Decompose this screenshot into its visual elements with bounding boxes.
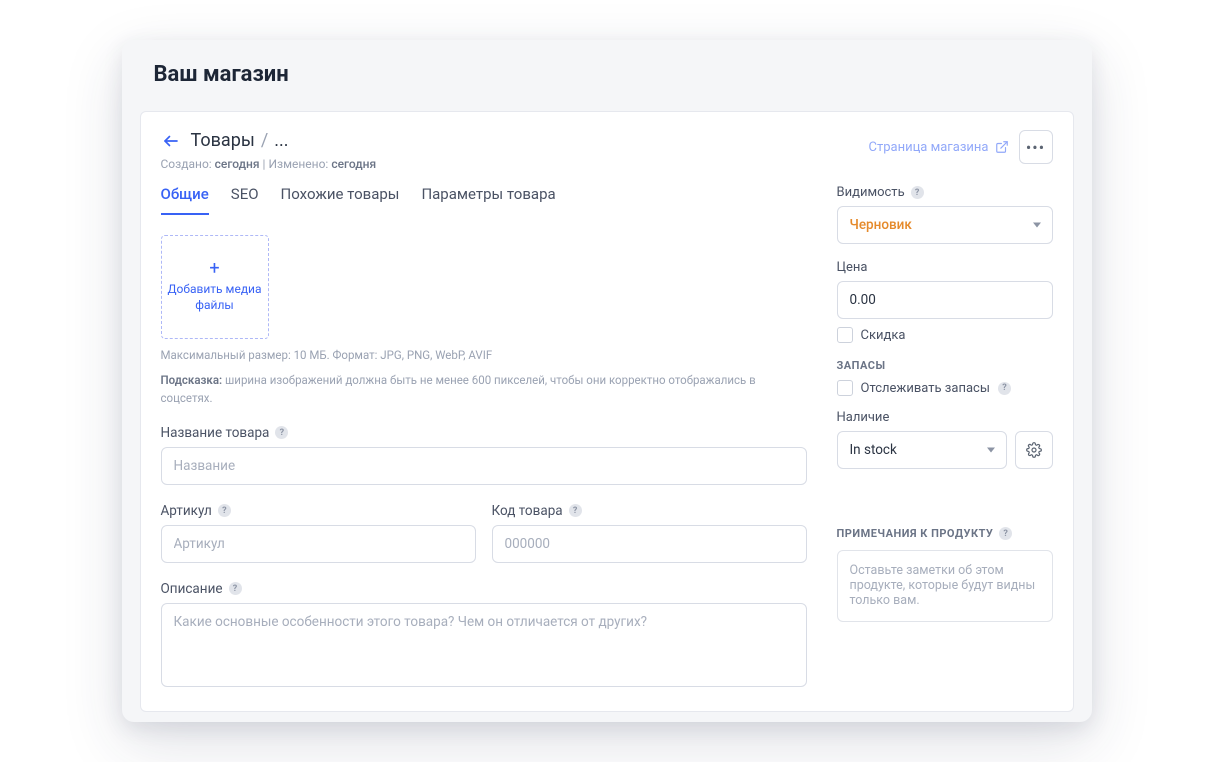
product-notes-heading: ПРИМЕЧАНИЯ К ПРОДУКТУ (837, 527, 994, 540)
description-field: Описание ? (161, 581, 807, 691)
visibility-block: Видимость ? Черновик (837, 185, 1053, 244)
help-icon[interactable]: ? (218, 504, 231, 517)
discount-row: Скидка (837, 327, 1053, 343)
media-tip-label: Подсказка: (161, 373, 223, 387)
meta-row: Создано: сегодня | Изменено: сегодня (161, 157, 377, 171)
availability-settings-button[interactable] (1015, 431, 1053, 469)
product-name-field: Название товара ? (161, 425, 807, 485)
add-media-label: Добавить медиа файлы (166, 282, 264, 313)
availability-select[interactable]: In stock (837, 431, 1007, 469)
product-name-label: Название товара (161, 425, 270, 441)
help-icon[interactable]: ? (911, 186, 924, 199)
tab-params[interactable]: Параметры товара (421, 185, 555, 215)
app-window: Ваш магазин Товары/... Создано: сегодня … (122, 40, 1092, 722)
gear-icon (1026, 442, 1042, 458)
breadcrumb-text: Товары/... (191, 130, 289, 151)
help-icon[interactable]: ? (275, 426, 288, 439)
code-field: Код товара ? (492, 503, 807, 563)
discount-checkbox[interactable] (837, 327, 853, 343)
header-left: Товары/... Создано: сегодня | Изменено: … (161, 130, 377, 171)
help-icon[interactable]: ? (998, 382, 1011, 395)
external-link-icon (995, 140, 1009, 154)
description-input[interactable] (161, 603, 807, 687)
breadcrumb-root[interactable]: Товары (191, 130, 255, 151)
price-block: Цена Скидка (837, 260, 1053, 343)
modified-value: сегодня (331, 157, 376, 171)
side-column: Видимость ? Черновик Цена Скидка (837, 185, 1053, 691)
dots-horizontal-icon: ••• (1026, 138, 1045, 157)
availability-label: Наличие (837, 410, 890, 425)
track-stock-label: Отслеживать запасы (861, 381, 990, 396)
more-actions-button[interactable]: ••• (1019, 130, 1053, 164)
visibility-select[interactable]: Черновик (837, 206, 1053, 244)
arrow-left-icon[interactable] (161, 131, 181, 151)
media-size-hint: Максимальный размер: 10 МБ. Формат: JPG,… (161, 347, 807, 364)
code-label: Код товара (492, 503, 563, 519)
store-page-link-label: Страница магазина (868, 140, 988, 155)
store-page-link[interactable]: Страница магазина (868, 140, 1008, 155)
visibility-label: Видимость (837, 185, 905, 200)
breadcrumb: Товары/... (161, 130, 377, 151)
media-tip-text: ширина изображений должна быть не менее … (161, 373, 756, 404)
tabs: Общие SEO Похожие товары Параметры товар… (161, 185, 807, 215)
sku-label: Артикул (161, 503, 212, 519)
created-label: Создано: (161, 157, 212, 171)
product-notes-input[interactable]: Оставьте заметки об этом продукте, котор… (837, 550, 1053, 622)
track-stock-row: Отслеживать запасы ? (837, 380, 1053, 396)
discount-label: Скидка (861, 328, 906, 343)
created-value: сегодня (215, 157, 260, 171)
description-label: Описание (161, 581, 223, 597)
tab-related[interactable]: Похожие товары (281, 185, 400, 215)
modified-label: Изменено: (268, 157, 328, 171)
product-panel: Товары/... Создано: сегодня | Изменено: … (140, 111, 1074, 712)
price-label: Цена (837, 260, 868, 275)
main-column: Общие SEO Похожие товары Параметры товар… (161, 185, 807, 691)
track-stock-checkbox[interactable] (837, 380, 853, 396)
tab-seo[interactable]: SEO (231, 185, 259, 215)
product-name-input[interactable] (161, 447, 807, 485)
content-layout: Общие SEO Похожие товары Параметры товар… (141, 179, 1073, 711)
help-icon[interactable]: ? (999, 527, 1012, 540)
sku-field: Артикул ? (161, 503, 476, 563)
sku-input[interactable] (161, 525, 476, 563)
stock-heading: ЗАПАСЫ (837, 359, 1053, 372)
code-input[interactable] (492, 525, 807, 563)
add-media-dropzone[interactable]: + Добавить медиа файлы (161, 235, 269, 339)
help-icon[interactable]: ? (229, 582, 242, 595)
panel-header: Товары/... Создано: сегодня | Изменено: … (141, 112, 1073, 179)
app-header: Ваш магазин (122, 40, 1092, 101)
media-tip: Подсказка: ширина изображений должна быт… (161, 372, 807, 407)
app-title: Ваш магазин (154, 62, 1060, 87)
product-notes-block: ПРИМЕЧАНИЯ К ПРОДУКТУ ? Оставьте заметки… (837, 519, 1053, 622)
breadcrumb-current: ... (274, 130, 288, 151)
help-icon[interactable]: ? (569, 504, 582, 517)
availability-block: Наличие In stock (837, 410, 1053, 469)
plus-icon: + (209, 260, 219, 278)
tab-general[interactable]: Общие (161, 185, 209, 215)
header-actions: Страница магазина ••• (868, 130, 1052, 164)
price-input[interactable] (837, 281, 1053, 319)
